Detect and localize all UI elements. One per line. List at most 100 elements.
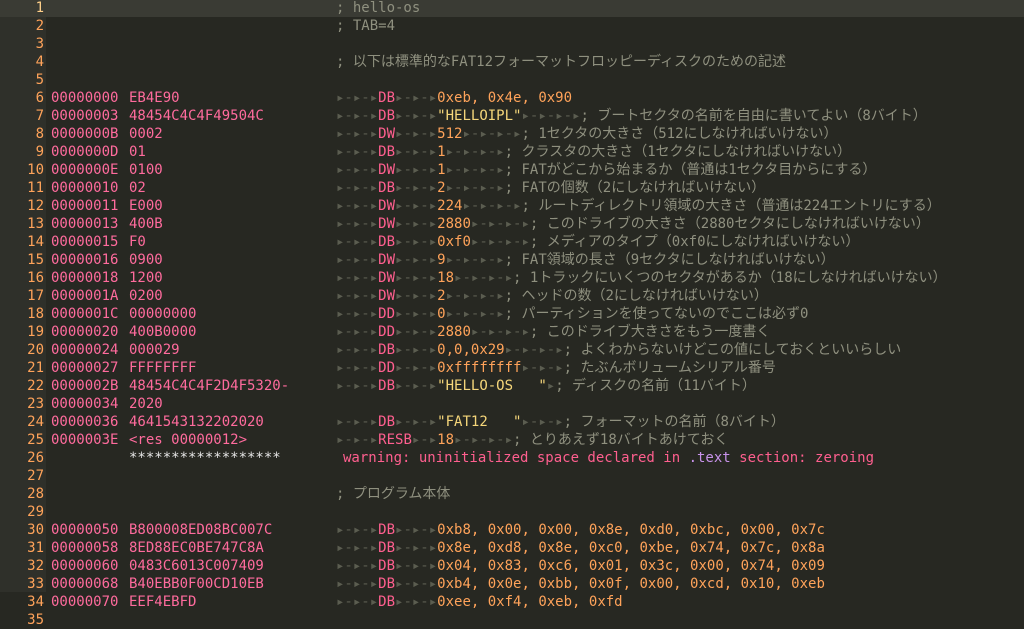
directive: DB: [378, 414, 396, 430]
listing-line[interactable]: 26 ****************** warning: uninitializ…: [0, 449, 1024, 467]
address: 0000001C: [51, 306, 119, 322]
comment: ; FATの個数（2にしなければいけない）: [504, 180, 766, 196]
tab-marker: ▸-▸-▸: [395, 558, 438, 574]
comment: ; hello-os: [336, 0, 421, 16]
operand: 2: [437, 288, 446, 304]
operand: 18: [437, 270, 455, 286]
operand: 0xee, 0xf4, 0xeb, 0xfd: [437, 594, 623, 610]
listing-line[interactable]: 3: [0, 35, 1024, 53]
operand: 0,0,0x29: [437, 342, 505, 358]
directive: DB: [378, 594, 396, 610]
address: 0000002B: [51, 378, 119, 394]
listing-line[interactable]: 15 00000016 0900 ▸-▸-▸DW▸-▸-▸9▸-▸-▸-▸; FAT領…: [0, 251, 1024, 269]
operand: 2: [437, 180, 446, 196]
operand: "HELLO-OS ": [437, 378, 547, 394]
warning-section: .text: [688, 450, 731, 466]
listing-line[interactable]: 19 00000020 400B0000 ▸-▸-▸DD▸-▸-▸2880▸-▸-▸-…: [0, 323, 1024, 341]
listing-line[interactable]: 30 00000050 B800008ED08BC007C ▸-▸-▸DB▸-▸-▸0…: [0, 521, 1024, 539]
operand: 0xeb, 0x4e, 0x90: [437, 90, 573, 106]
machine-code: EEF4EBFD: [129, 594, 197, 610]
tab-marker: ▸-▸-▸: [336, 270, 379, 286]
operand: "HELLOIPL": [437, 108, 522, 124]
line-number: 18: [27, 306, 44, 322]
tab-marker: ▸-▸-▸: [336, 540, 379, 556]
tab-marker: ▸: [546, 378, 556, 394]
source-text: ▸-▸-▸DD▸-▸-▸0▸-▸-▸-▸; パーティションを使ってないのでここは…: [336, 305, 808, 323]
line-number: 13: [27, 216, 44, 232]
tab-marker: ▸-▸-▸-▸: [470, 234, 530, 250]
line-number: 5: [35, 72, 44, 88]
listing-editor[interactable]: 1; hello-os 2; TAB=4 3 4; 以下は標準的なFAT12フォーマッ…: [0, 0, 1024, 628]
line-number: 24: [27, 414, 44, 430]
tab-marker: ▸-▸-▸-▸: [470, 216, 530, 232]
line-number: 14: [27, 234, 44, 250]
source-text: ▸-▸-▸DW▸-▸-▸9▸-▸-▸-▸; FAT領域の長さ（9セクタにしなけれ…: [336, 251, 835, 269]
source-text: ▸-▸-▸DW▸-▸-▸2▸-▸-▸-▸; ヘッドの数（2にしなければいけない）: [336, 287, 768, 305]
listing-line[interactable]: 9 0000000D 01 ▸-▸-▸DB▸-▸-▸1▸-▸-▸-▸; クラスタの大き…: [0, 143, 1024, 161]
listing-line[interactable]: 27: [0, 467, 1024, 485]
listing-line[interactable]: 32 00000060 0483C6013C007409 ▸-▸-▸DB▸-▸-▸0x…: [0, 557, 1024, 575]
line-number: 20: [27, 342, 44, 358]
address: 0000000E: [51, 162, 119, 178]
listing-line[interactable]: 8 0000000B 0002 ▸-▸-▸DW▸-▸-▸512▸-▸-▸-▸; 1セク…: [0, 125, 1024, 143]
tab-marker: ▸-▸-▸: [395, 162, 438, 178]
listing-line[interactable]: 12 00000011 E000 ▸-▸-▸DW▸-▸-▸224▸-▸-▸-▸; ルー…: [0, 197, 1024, 215]
machine-code: 01: [129, 144, 146, 160]
listing-line[interactable]: 14 00000015 F0 ▸-▸-▸DB▸-▸-▸0xf0▸-▸-▸-▸; メディ…: [0, 233, 1024, 251]
listing-line[interactable]: 5: [0, 71, 1024, 89]
listing-line[interactable]: 31 00000058 8ED88EC0BE747C8A ▸-▸-▸DB▸-▸-▸0x…: [0, 539, 1024, 557]
line-number: 28: [27, 486, 44, 502]
listing-line[interactable]: 25 0000003E <res 00000012> ▸-▸-▸RESB▸-▸18▸-…: [0, 431, 1024, 449]
line-number: 22: [27, 378, 44, 394]
listing-line[interactable]: 10 0000000E 0100 ▸-▸-▸DW▸-▸-▸1▸-▸-▸-▸; FATが…: [0, 161, 1024, 179]
source-text: ▸-▸-▸DW▸-▸-▸2880▸-▸-▸-▸; このドライブの大きさ（2880…: [336, 215, 930, 233]
machine-code: 00000000: [129, 306, 197, 322]
machine-code: 0002: [129, 126, 163, 142]
listing-line[interactable]: 7 00000003 48454C4C4F49504C ▸-▸-▸DB▸-▸-▸"HE…: [0, 107, 1024, 125]
listing-line[interactable]: 4 ; 以下は標準的なFAT12フォーマットフロッピーディスクのための記述: [0, 53, 1024, 71]
comment: ; このドライブの大きさ（2880セクタにしなければいけない）: [529, 216, 930, 232]
listing-line[interactable]: 23 00000034 2020: [0, 395, 1024, 413]
address: 00000068: [51, 576, 119, 592]
operand: 9: [437, 252, 446, 268]
listing-line[interactable]: 16 00000018 1200 ▸-▸-▸DW▸-▸-▸18▸-▸-▸-▸; 1トラ…: [0, 269, 1024, 287]
listing-line[interactable]: 18 0000001C 00000000 ▸-▸-▸DD▸-▸-▸0▸-▸-▸-▸; …: [0, 305, 1024, 323]
line-number: 27: [27, 468, 44, 484]
listing-line[interactable]: 33 00000068 B40EBB0F00CD10EB ▸-▸-▸DB▸-▸-▸0x…: [0, 575, 1024, 593]
operand: 1: [437, 162, 446, 178]
listing-line[interactable]: 35: [0, 611, 1024, 629]
listing-line[interactable]: 24 00000036 4641543132202020 ▸-▸-▸DB▸-▸-▸"F…: [0, 413, 1024, 431]
line-number: 15: [27, 252, 44, 268]
tab-marker: ▸-▸-▸: [336, 180, 379, 196]
listing-line[interactable]: 20 00000024 000029 ▸-▸-▸DB▸-▸-▸0,0,0x29▸-▸-…: [0, 341, 1024, 359]
listing-line[interactable]: 17 0000001A 0200 ▸-▸-▸DW▸-▸-▸2▸-▸-▸-▸; ヘッドの…: [0, 287, 1024, 305]
operand: 0x04, 0x83, 0xc6, 0x01, 0x3c, 0x00, 0x74…: [437, 558, 825, 574]
line-number: 21: [27, 360, 44, 376]
address: 00000058: [51, 540, 119, 556]
source-text: ▸-▸-▸DB▸-▸-▸0xb4, 0x0e, 0xbb, 0x0f, 0x00…: [336, 575, 825, 593]
tab-marker: ▸-▸-▸: [395, 576, 438, 592]
line-number: 16: [27, 270, 44, 286]
warning-prefix: warning: uninitialized space declared in: [343, 450, 689, 466]
line-number: 29: [27, 504, 44, 520]
source-text: ▸-▸-▸RESB▸-▸18▸-▸-▸-▸; とりあえず18バイトあけておく: [336, 431, 728, 449]
source-text: ▸-▸-▸DB▸-▸-▸2▸-▸-▸-▸; FATの個数（2にしなければいけない…: [336, 179, 765, 197]
listing-line[interactable]: 29: [0, 503, 1024, 521]
directive: DB: [378, 180, 396, 196]
machine-code: 400B: [129, 216, 163, 232]
listing-line[interactable]: 21 00000027 FFFFFFFF ▸-▸-▸DD▸-▸-▸0xffffffff…: [0, 359, 1024, 377]
listing-line[interactable]: 6 00000000 EB4E90 ▸-▸-▸DB▸-▸-▸0xeb, 0x4e, 0…: [0, 89, 1024, 107]
operand: 0xffffffff: [437, 360, 522, 376]
listing-line[interactable]: 34 00000070 EEF4EBFD ▸-▸-▸DB▸-▸-▸0xee, 0xf4…: [0, 593, 1024, 611]
comment: ; FATがどこから始まるか（普通は1セクタ目からにする）: [504, 162, 877, 178]
source-text: ▸-▸-▸DB▸-▸-▸"HELLO-OS "▸; ディスクの名前（11バイト）: [336, 377, 756, 395]
line-number: 11: [27, 180, 44, 196]
listing-line[interactable]: 13 00000013 400B ▸-▸-▸DW▸-▸-▸2880▸-▸-▸-▸; こ…: [0, 215, 1024, 233]
listing-line[interactable]: 2 ; TAB=4: [0, 17, 1024, 35]
address: 00000016: [51, 252, 119, 268]
listing-line[interactable]: 28 ; プログラム本体: [0, 485, 1024, 503]
address: 00000011: [51, 198, 119, 214]
listing-line[interactable]: 11 00000010 02 ▸-▸-▸DB▸-▸-▸2▸-▸-▸-▸; FATの個数…: [0, 179, 1024, 197]
listing-line[interactable]: 22 0000002B 48454C4C4F2D4F5320- ▸-▸-▸DB▸-▸-…: [0, 377, 1024, 395]
listing-line[interactable]: 1 ; hello-os: [0, 0, 1024, 17]
